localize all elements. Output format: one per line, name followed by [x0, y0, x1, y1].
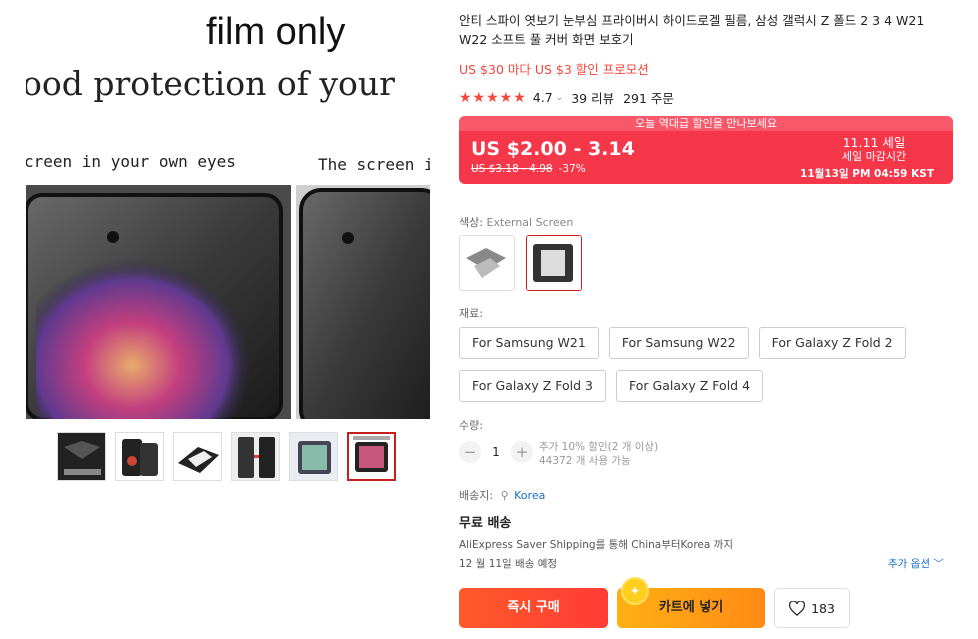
thumbnail-strip [57, 432, 396, 481]
order-count: 291 주문 [623, 91, 674, 106]
material-option-fold3[interactable]: For Galaxy Z Fold 3 [459, 370, 607, 402]
coin-icon: ✦ [621, 577, 649, 605]
color-label-row: 색상: External Screen [459, 214, 573, 230]
rating-row: ★★★★★ 4.7 ⌄ 39 리뷰 291 주문 [459, 88, 674, 107]
thumbnail-2[interactable] [115, 432, 164, 481]
more-options-label[interactable]: 추가 옵션 [888, 558, 930, 570]
location-pin-icon: ⚲ [500, 489, 509, 502]
original-price-row: US $3.18 - 4.98 -37% [471, 163, 586, 175]
sale-price: US $2.00 - 3.14 [471, 138, 635, 160]
review-count[interactable]: 39 리뷰 [571, 88, 614, 107]
color-swatches [459, 235, 582, 291]
right-caption: The screen i [318, 155, 430, 174]
heart-icon [789, 600, 806, 616]
quantity-increase-button[interactable]: + [511, 441, 533, 463]
color-swatch-1[interactable] [459, 235, 515, 291]
quantity-value[interactable]: 1 [481, 445, 511, 459]
sale-event: 11.11 세일 세일 마감시간 [814, 136, 934, 164]
bulk-discount-text: 추가 10% 할인(2 개 이상) [539, 441, 659, 453]
thumbnail-5[interactable] [289, 432, 338, 481]
quantity-label: 수량: [459, 419, 483, 432]
delivery-estimate: 12 월 11일 배송 예정 [459, 558, 558, 570]
stock-available-text: 44372 개 사용 가능 [539, 455, 631, 467]
thumbnail-1[interactable] [57, 432, 106, 481]
material-options: For Samsung W21 For Samsung W22 For Gala… [459, 327, 929, 402]
selected-color: External Screen [486, 216, 574, 229]
original-price: US $3.18 - 4.98 [471, 163, 553, 175]
discount-badge: -37% [558, 163, 586, 175]
left-caption: creen in your own eyes [26, 152, 236, 171]
more-shipping-options[interactable]: 추가 옵션 ﹀ [888, 556, 944, 571]
deal-banner: 오늘 역대급 할인을 만나보세요 US $2.00 - 3.14 US $3.1… [459, 116, 953, 184]
material-option-fold4[interactable]: For Galaxy Z Fold 4 [616, 370, 764, 402]
rating-value[interactable]: 4.7 [533, 90, 553, 105]
material-option-w22[interactable]: For Samsung W22 [608, 327, 749, 359]
wishlist-count: 183 [811, 600, 835, 616]
sale-countdown: 11월13일 PM 04:59 KST [800, 168, 934, 180]
shipping-method: AliExpress Saver Shipping를 통해 China부터Kor… [459, 539, 733, 551]
deal-headline: 오늘 역대급 할인을 만나보세요 [459, 116, 953, 131]
material-label: 재료: [459, 307, 483, 320]
ship-to-label: 배송지: [459, 489, 494, 502]
product-gallery: film only ood protection of your creen i… [0, 0, 440, 639]
quantity-decrease-button[interactable]: − [459, 441, 481, 463]
color-swatch-2[interactable] [526, 235, 582, 291]
quantity-stepper: − 1 + [459, 441, 533, 463]
free-shipping: 무료 배송 [459, 516, 512, 531]
thumbnail-6[interactable] [347, 432, 396, 481]
banner-line2: ood protection of your [26, 64, 395, 103]
quantity-note: 추가 10% 할인(2 개 이상) 44372 개 사용 가능 [539, 440, 658, 468]
ship-to-country[interactable]: Korea [514, 489, 545, 502]
color-label: 색상: [459, 216, 483, 229]
thumbnail-3[interactable] [173, 432, 222, 481]
sale-name: 11.11 세일 [842, 135, 906, 150]
store-promotion[interactable]: US $30 마다 US $3 할인 프로모션 [459, 59, 649, 78]
buy-now-button[interactable]: 즉시 구매 [459, 588, 608, 628]
chevron-down-icon[interactable]: ⌄ [556, 93, 564, 103]
main-product-image: film only ood protection of your creen i… [26, 0, 430, 419]
ship-to-row: 배송지: ⚲ Korea [459, 487, 545, 503]
product-title: 안티 스파이 엿보기 눈부심 프라이버시 하이드로겔 필름, 삼성 갤럭시 Z … [459, 13, 925, 47]
material-option-fold2[interactable]: For Galaxy Z Fold 2 [758, 327, 906, 359]
star-rating-icon: ★★★★★ [459, 89, 527, 106]
banner-line1: film only [206, 11, 345, 53]
thumbnail-4[interactable] [231, 432, 280, 481]
chevron-down-icon: ﹀ [933, 558, 944, 570]
sale-subtitle: 세일 마감시간 [841, 150, 907, 163]
wishlist-button[interactable]: 183 [774, 588, 850, 628]
material-option-w21[interactable]: For Samsung W21 [459, 327, 599, 359]
